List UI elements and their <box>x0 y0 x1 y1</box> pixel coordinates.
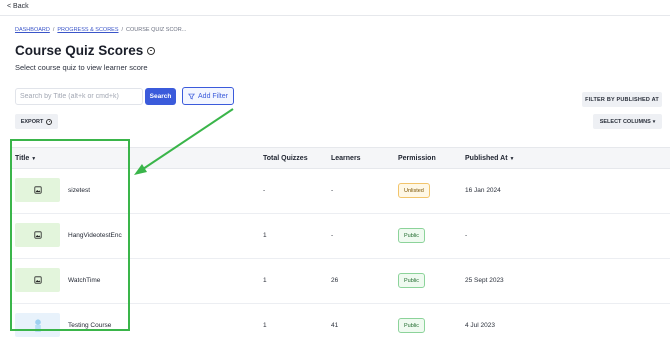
info-circle-icon[interactable] <box>147 46 156 55</box>
published-at-cell: - <box>465 232 468 239</box>
export-label: EXPORT <box>20 118 44 125</box>
course-title[interactable]: sizetest <box>68 187 90 194</box>
published-at-cell: 16 Jan 2024 <box>465 187 501 194</box>
page-subtitle: Select course quiz to view learner score <box>15 63 148 72</box>
course-title[interactable]: Testing Course <box>68 322 111 329</box>
course-thumbnail[interactable] <box>15 223 60 247</box>
total-quizzes-cell: - <box>263 187 266 194</box>
learners-cell: - <box>331 232 334 239</box>
breadcrumb-separator: / <box>52 27 55 33</box>
breadcrumb-separator: / <box>121 27 124 33</box>
permission-badge: Public <box>398 228 425 243</box>
total-quizzes-cell: 1 <box>263 322 267 329</box>
image-icon <box>33 231 42 239</box>
breadcrumb-progress-scores[interactable]: PROGRESS & SCORES <box>57 27 118 33</box>
image-icon <box>33 276 42 284</box>
add-filter-button[interactable]: Add Filter <box>182 87 234 105</box>
total-quizzes-cell: 1 <box>263 277 267 284</box>
column-title[interactable]: Title ▼ <box>15 155 36 162</box>
back-link[interactable]: < Back <box>7 3 29 10</box>
table-row[interactable]: WatchTime 1 26 Public 25 Sept 2023 <box>10 259 670 304</box>
course-quiz-table: Title ▼ Total Quizzes Learners Permission… <box>10 147 670 337</box>
breadcrumb: DASHBOARD / PROGRESS & SCORES / COURSE QUIZ … <box>15 27 186 33</box>
search-input[interactable] <box>15 88 143 105</box>
column-title-label: Title <box>15 155 30 162</box>
image-icon <box>33 186 42 194</box>
column-published-at-label: Published At <box>465 155 508 162</box>
table-row[interactable]: HangVideotestEnc 1 - Public - <box>10 214 670 259</box>
column-total-quizzes: Total Quizzes <box>263 155 308 162</box>
export-button[interactable]: EXPORT <box>15 114 58 129</box>
select-columns-label: SELECT COLUMNS <box>599 118 651 125</box>
column-permission: Permission <box>398 155 436 162</box>
learners-cell: - <box>331 187 334 194</box>
caret-down-icon: ▼ <box>31 156 37 162</box>
course-title[interactable]: WatchTime <box>68 277 100 284</box>
total-quizzes-cell: 1 <box>263 232 267 239</box>
funnel-icon <box>188 93 196 100</box>
course-thumbnail[interactable] <box>15 268 60 292</box>
column-learners: Learners <box>331 155 361 162</box>
illustration-icon <box>34 319 41 332</box>
published-at-cell: 25 Sept 2023 <box>465 277 504 284</box>
page-title-text: Course Quiz Scores <box>15 43 144 58</box>
course-thumbnail[interactable] <box>15 178 60 202</box>
table-row[interactable]: sizetest - - Unlisted 16 Jan 2024 <box>10 169 670 214</box>
learners-cell: 41 <box>331 322 339 329</box>
search-button[interactable]: Search <box>145 88 176 105</box>
course-thumbnail[interactable] <box>15 313 60 337</box>
filter-by-published-at-button[interactable]: FILTER BY PUBLISHED AT <box>582 92 662 107</box>
top-bar: < Back <box>0 0 670 16</box>
add-filter-label: Add Filter <box>198 92 228 100</box>
permission-badge: Public <box>398 273 425 288</box>
caret-down-icon: ▼ <box>509 156 515 162</box>
info-circle-icon <box>46 118 53 125</box>
breadcrumb-dashboard[interactable]: DASHBOARD <box>15 27 50 33</box>
permission-badge: Unlisted <box>398 183 430 198</box>
table-row[interactable]: Testing Course 1 41 Public 4 Jul 2023 <box>10 304 670 337</box>
permission-badge: Public <box>398 318 425 333</box>
published-at-cell: 4 Jul 2023 <box>465 322 495 329</box>
chevron-down-icon: ▾ <box>652 118 656 125</box>
table-header: Title ▼ Total Quizzes Learners Permission… <box>10 147 670 169</box>
breadcrumb-current: COURSE QUIZ SCOR... <box>126 27 187 33</box>
learners-cell: 26 <box>331 277 339 284</box>
page-title: Course Quiz Scores <box>15 43 156 58</box>
column-published-at[interactable]: Published At ▼ <box>465 155 514 162</box>
select-columns-button[interactable]: SELECT COLUMNS ▾ <box>593 114 662 129</box>
course-title[interactable]: HangVideotestEnc <box>68 232 122 239</box>
